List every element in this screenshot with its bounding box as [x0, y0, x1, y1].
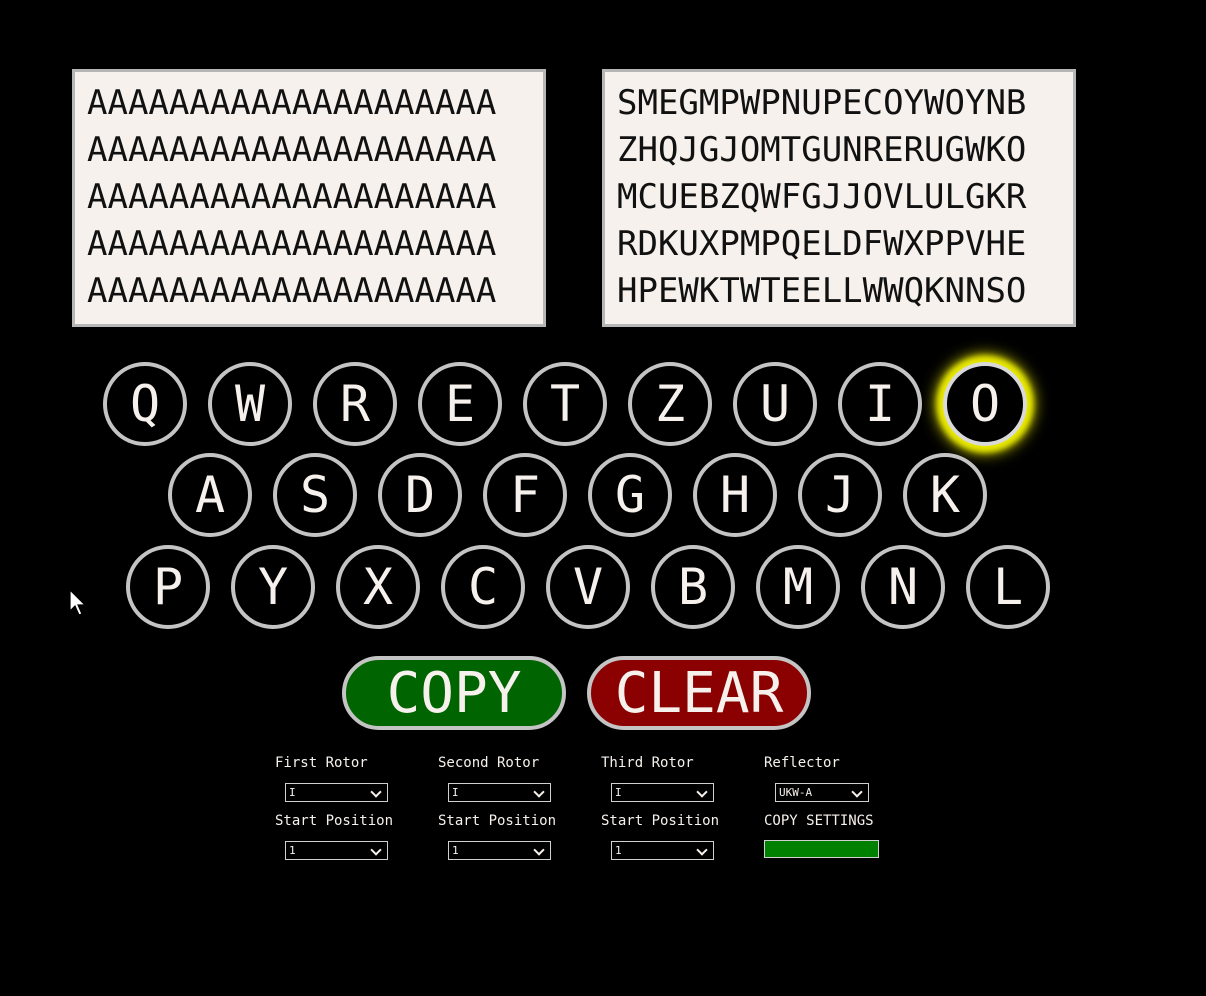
key-v[interactable]: V	[546, 545, 630, 629]
key-a[interactable]: A	[168, 453, 252, 537]
key-h[interactable]: H	[693, 453, 777, 537]
third-rotor-value: I	[615, 786, 622, 799]
reflector-select[interactable]: UKW-A	[775, 783, 869, 802]
key-t[interactable]: T	[523, 362, 607, 446]
output-text-line: ZHQJGJOMTGUNRERUGWKO	[617, 130, 1027, 170]
key-u[interactable]: U	[733, 362, 817, 446]
second-rotor-label: Second Rotor	[438, 755, 540, 771]
key-m[interactable]: M	[756, 545, 840, 629]
input-text-line: AAAAAAAAAAAAAAAAAAAA	[87, 177, 497, 217]
input-text-line: AAAAAAAAAAAAAAAAAAAA	[87, 83, 497, 123]
key-l[interactable]: L	[966, 545, 1050, 629]
key-o-lit[interactable]: O	[943, 362, 1027, 446]
clear-button[interactable]: CLEAR	[587, 656, 811, 730]
third-rotor-label: Third Rotor	[601, 755, 694, 771]
chevron-down-icon	[370, 786, 382, 798]
chevron-down-icon	[533, 844, 545, 856]
copy-button[interactable]: COPY	[342, 656, 566, 730]
key-s[interactable]: S	[273, 453, 357, 537]
key-q[interactable]: Q	[103, 362, 187, 446]
second-rotor-value: I	[452, 786, 459, 799]
output-text-line: HPEWKTWTEELLWWQKNNSO	[617, 271, 1027, 311]
key-b[interactable]: B	[651, 545, 735, 629]
key-d[interactable]: D	[378, 453, 462, 537]
key-c[interactable]: C	[441, 545, 525, 629]
input-text-line: AAAAAAAAAAAAAAAAAAAA	[87, 224, 497, 264]
reflector-value: UKW-A	[779, 786, 813, 799]
chevron-down-icon	[533, 786, 545, 798]
third-start-position-value: 1	[615, 844, 622, 857]
first-start-position-value: 1	[289, 844, 296, 857]
first-rotor-select[interactable]: I	[285, 783, 388, 802]
key-i[interactable]: I	[838, 362, 922, 446]
chevron-down-icon	[370, 844, 382, 856]
key-x[interactable]: X	[336, 545, 420, 629]
input-text-line: AAAAAAAAAAAAAAAAAAAA	[87, 271, 497, 311]
output-text-line: MCUEBZQWFGJJOVLULGKR	[617, 177, 1027, 217]
second-rotor-select[interactable]: I	[448, 783, 551, 802]
key-n[interactable]: N	[861, 545, 945, 629]
key-z[interactable]: Z	[628, 362, 712, 446]
output-text-box[interactable]: SMEGMPWPNUPECOYWOYNB ZHQJGJOMTGUNRERUGWK…	[602, 69, 1076, 327]
third-rotor-select[interactable]: I	[611, 783, 714, 802]
first-start-position-select[interactable]: 1	[285, 841, 388, 860]
copy-settings-button[interactable]	[764, 840, 879, 858]
output-text-line: SMEGMPWPNUPECOYWOYNB	[617, 83, 1027, 123]
chevron-down-icon	[851, 786, 863, 798]
output-text-line: RDKUXPMPQELDFWXPPVHE	[617, 224, 1027, 264]
input-text-line: AAAAAAAAAAAAAAAAAAAA	[87, 130, 497, 170]
key-j[interactable]: J	[798, 453, 882, 537]
first-rotor-label: First Rotor	[275, 755, 368, 771]
mouse-pointer-icon	[69, 589, 87, 616]
key-r[interactable]: R	[313, 362, 397, 446]
copy-settings-label: COPY SETTINGS	[764, 813, 874, 829]
key-k[interactable]: K	[903, 453, 987, 537]
reflector-label: Reflector	[764, 755, 840, 771]
first-rotor-value: I	[289, 786, 296, 799]
second-start-position-value: 1	[452, 844, 459, 857]
key-e[interactable]: E	[418, 362, 502, 446]
key-f[interactable]: F	[483, 453, 567, 537]
key-p[interactable]: P	[126, 545, 210, 629]
second-start-position-label: Start Position	[438, 813, 557, 829]
key-g[interactable]: G	[588, 453, 672, 537]
third-start-position-select[interactable]: 1	[611, 841, 714, 860]
second-start-position-select[interactable]: 1	[448, 841, 551, 860]
chevron-down-icon	[696, 844, 708, 856]
key-w[interactable]: W	[208, 362, 292, 446]
third-start-position-label: Start Position	[601, 813, 720, 829]
input-text-box[interactable]: AAAAAAAAAAAAAAAAAAAA AAAAAAAAAAAAAAAAAAA…	[72, 69, 546, 327]
chevron-down-icon	[696, 786, 708, 798]
key-y[interactable]: Y	[231, 545, 315, 629]
first-start-position-label: Start Position	[275, 813, 394, 829]
